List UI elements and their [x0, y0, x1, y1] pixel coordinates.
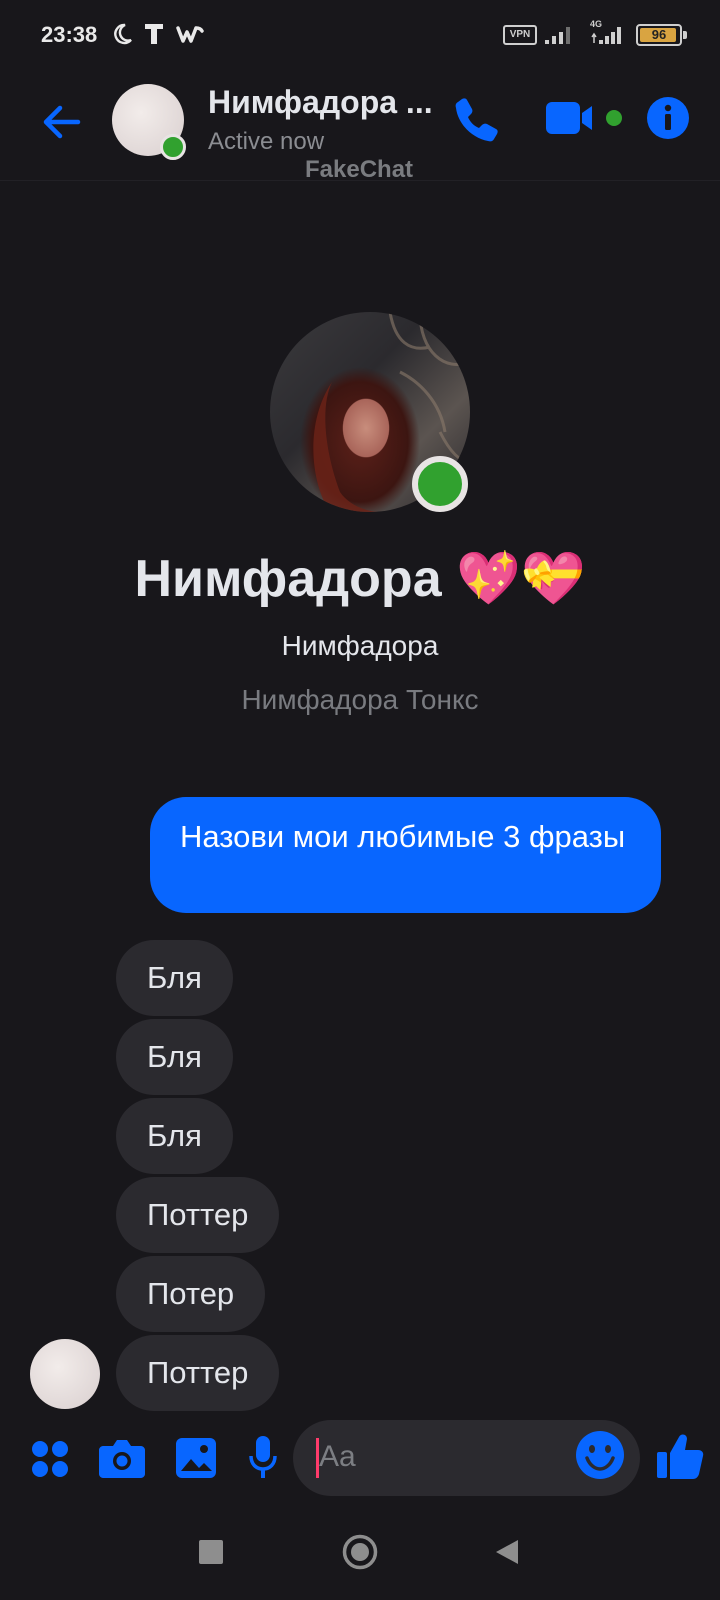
received-message[interactable]: Бля: [116, 1098, 233, 1174]
composer: Aa: [0, 1420, 720, 1506]
camera-icon[interactable]: [99, 1438, 145, 1478]
message-avatar[interactable]: [30, 1339, 100, 1409]
apps-grid-icon[interactable]: [31, 1440, 69, 1478]
received-message[interactable]: Поттер: [116, 1335, 280, 1411]
system-nav-bar: [0, 1512, 720, 1600]
video-active-dot: [606, 110, 622, 126]
status-time: 23:38: [41, 22, 98, 47]
home-button[interactable]: [342, 1534, 378, 1570]
sent-message[interactable]: Назови мои любимые 3 фразы: [150, 797, 661, 913]
phone-icon[interactable]: [452, 94, 502, 144]
active-status: Active now: [208, 128, 325, 155]
battery-tip: [683, 31, 687, 39]
chat-header: Нимфадора ... Active now FakeChat: [0, 70, 720, 183]
received-message[interactable]: Бля: [116, 940, 233, 1016]
thumbs-up-icon[interactable]: [656, 1430, 704, 1480]
watermark: FakeChat: [305, 156, 414, 183]
signal-4g-icon: [591, 27, 621, 44]
profile-online-indicator: [412, 456, 468, 512]
signal-icon: [545, 27, 570, 44]
battery-icon: 96: [636, 24, 687, 46]
emoji-icon[interactable]: [575, 1430, 625, 1480]
profile-title: Нимфадора 💖💝: [134, 550, 586, 608]
info-icon[interactable]: [646, 96, 690, 140]
profile-subtitle: Нимфадора: [281, 630, 439, 661]
nav-back-button[interactable]: [494, 1538, 520, 1566]
status-bar: 23:38 VPN 4G 96: [0, 0, 720, 70]
back-arrow-icon[interactable]: [38, 98, 86, 146]
input-placeholder: Aa: [319, 1440, 356, 1473]
received-message[interactable]: Потер: [116, 1256, 266, 1332]
gallery-icon[interactable]: [176, 1438, 216, 1478]
contact-name[interactable]: Нимфадора ...: [208, 84, 433, 121]
moon-icon: [114, 23, 132, 45]
received-message[interactable]: Поттер: [116, 1177, 280, 1253]
received-message[interactable]: Бля: [116, 1019, 233, 1095]
microphone-icon[interactable]: [249, 1436, 277, 1480]
online-indicator: [160, 134, 186, 160]
message-input[interactable]: Aa: [293, 1420, 640, 1496]
video-call-icon[interactable]: [546, 98, 602, 138]
profile-full-name: Нимфадора Тонкс: [241, 684, 479, 715]
t-app-icon: [145, 24, 163, 44]
battery-level: 96: [651, 27, 667, 42]
recents-button[interactable]: [199, 1540, 223, 1564]
w-app-icon: [176, 26, 204, 43]
vpn-badge: VPN: [503, 25, 537, 45]
